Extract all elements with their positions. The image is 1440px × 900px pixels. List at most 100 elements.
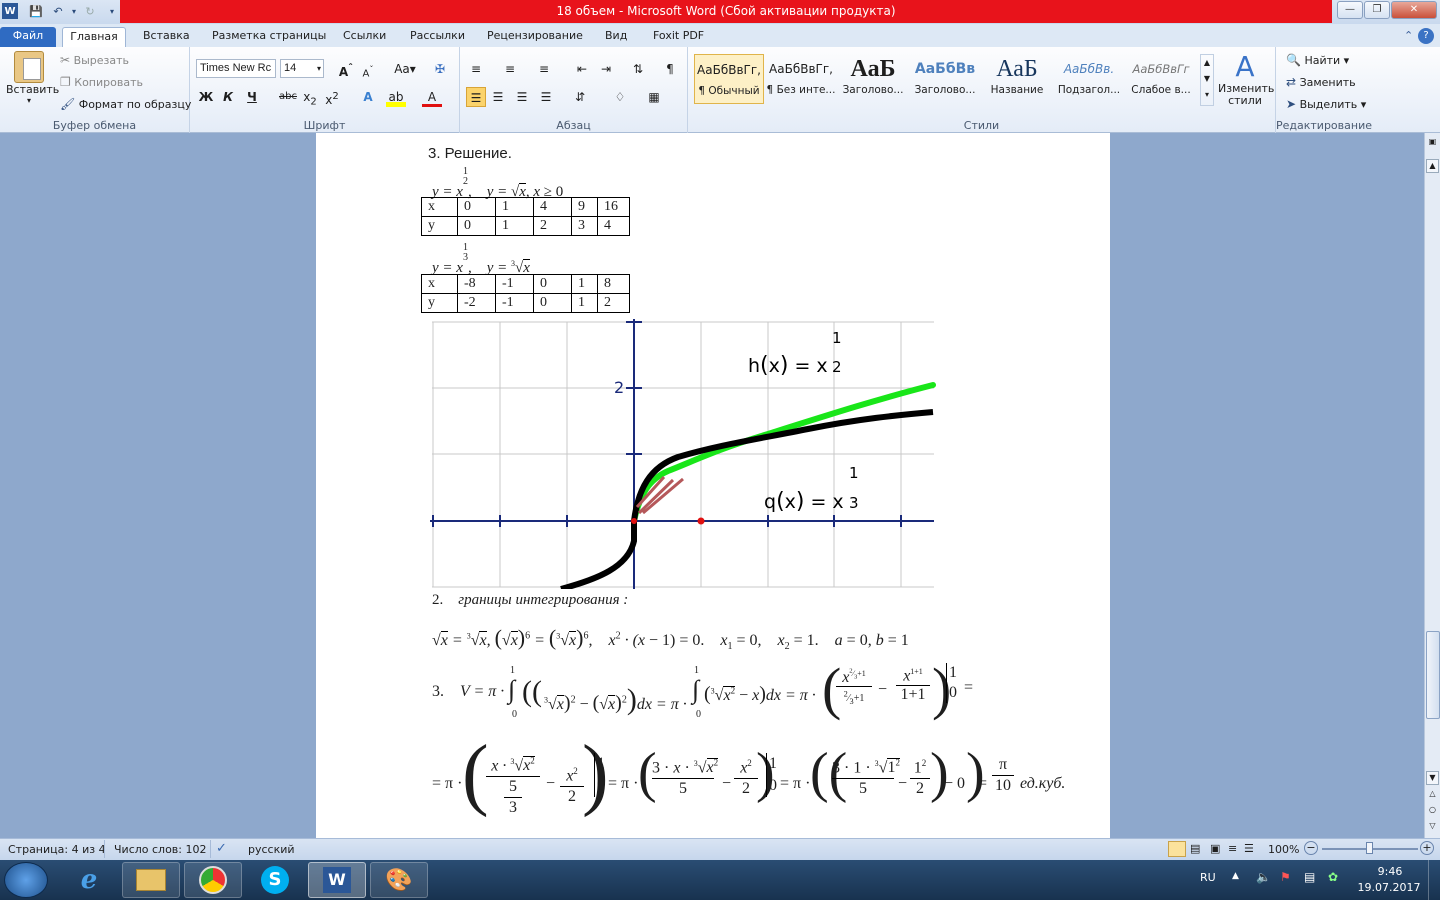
- style-subtle-emphasis[interactable]: АаБбВвГг Слабое в...: [1126, 54, 1196, 104]
- borders-icon[interactable]: ▦: [644, 87, 664, 107]
- multilevel-list-icon[interactable]: ≡: [534, 59, 554, 79]
- highlight-icon[interactable]: ab: [386, 87, 406, 107]
- bullets-icon[interactable]: ≡: [466, 59, 486, 79]
- tab-view[interactable]: Вид: [599, 27, 633, 47]
- undo-icon[interactable]: ↶: [50, 3, 66, 19]
- tray-app-icon[interactable]: ✿: [1328, 870, 1338, 884]
- taskbar-chrome[interactable]: [184, 862, 242, 898]
- bold-button[interactable]: Ж: [196, 87, 216, 107]
- style-heading-2[interactable]: АаБбВв Заголово...: [910, 54, 980, 104]
- superscript-icon[interactable]: x2: [322, 87, 342, 107]
- subscript-icon[interactable]: x2: [300, 87, 320, 107]
- shrink-font-icon[interactable]: Aˇ: [358, 59, 378, 79]
- customize-toolbar-icon[interactable]: ▾: [104, 3, 120, 19]
- vertical-scrollbar[interactable]: ▣ ▲ ▼ △ ○ ▽: [1424, 133, 1440, 838]
- start-button[interactable]: [4, 862, 48, 898]
- change-case-icon[interactable]: Aa▾: [392, 59, 418, 79]
- redo-icon[interactable]: ↻: [82, 3, 98, 19]
- align-left-icon[interactable]: ☰: [466, 87, 486, 107]
- styles-scroll[interactable]: ▲ ▼ ▾: [1200, 54, 1214, 106]
- zoom-out-icon[interactable]: −: [1304, 841, 1318, 855]
- zoom-level[interactable]: 100%: [1268, 843, 1299, 856]
- zoom-slider-thumb[interactable]: [1366, 842, 1373, 854]
- minimize-button[interactable]: —: [1337, 1, 1363, 19]
- increase-indent-icon[interactable]: ⇥: [596, 59, 616, 79]
- font-size-select[interactable]: 14 ▾: [280, 59, 324, 78]
- sort-icon[interactable]: ⇅: [628, 59, 648, 79]
- print-layout-icon[interactable]: [1168, 841, 1186, 857]
- font-color-icon[interactable]: A: [422, 87, 442, 107]
- next-page-icon[interactable]: ▽: [1426, 821, 1439, 835]
- italic-button[interactable]: К: [218, 87, 238, 107]
- prev-page-icon[interactable]: △: [1426, 789, 1439, 803]
- zoom-in-icon[interactable]: +: [1420, 841, 1434, 855]
- volume-icon[interactable]: 🔈: [1256, 870, 1271, 884]
- web-layout-icon[interactable]: ▣: [1210, 842, 1220, 855]
- font-name-select[interactable]: Times New Rc: [196, 59, 276, 78]
- tab-mailings[interactable]: Рассылки: [404, 27, 471, 47]
- word-logo-icon[interactable]: W: [2, 3, 18, 19]
- save-icon[interactable]: 💾: [28, 3, 44, 19]
- style-title[interactable]: АаБ Название: [982, 54, 1052, 104]
- align-center-icon[interactable]: ☰: [488, 87, 508, 107]
- flag-icon[interactable]: ⚑: [1280, 870, 1291, 884]
- scroll-up-icon[interactable]: ▲: [1426, 159, 1439, 173]
- page-count[interactable]: Страница: 4 из 4: [8, 843, 106, 856]
- change-styles-button[interactable]: A Изменить стили: [1218, 51, 1274, 107]
- taskbar-ie[interactable]: e: [60, 862, 118, 898]
- cut-button[interactable]: ✂ Вырезать: [60, 53, 129, 67]
- tray-expand-icon[interactable]: ▲: [1232, 871, 1239, 881]
- decrease-indent-icon[interactable]: ⇤: [572, 59, 592, 79]
- strikethrough-button[interactable]: abc: [278, 87, 298, 107]
- show-desktop-button[interactable]: [1428, 860, 1440, 900]
- show-marks-icon[interactable]: ¶: [660, 59, 680, 79]
- clear-formatting-icon[interactable]: ✠: [430, 59, 450, 79]
- document-page[interactable]: 3. Решение. y = x1 2, y = √x, x ≥ 0 x0149…: [316, 133, 1110, 838]
- tab-page-layout[interactable]: Разметка страницы: [206, 27, 332, 47]
- underline-button[interactable]: Ч: [242, 87, 262, 107]
- taskbar-paint[interactable]: 🎨: [370, 862, 428, 898]
- full-screen-icon[interactable]: ▤: [1190, 842, 1200, 855]
- close-button[interactable]: ✕: [1391, 1, 1437, 19]
- taskbar-explorer[interactable]: [122, 862, 180, 898]
- tab-file[interactable]: Файл: [0, 27, 56, 47]
- format-painter-button[interactable]: 🖌 Формат по образцу: [60, 97, 191, 111]
- collapse-ribbon-icon[interactable]: ⌃: [1398, 27, 1419, 47]
- tab-review[interactable]: Рецензирование: [481, 27, 589, 47]
- style-subtitle[interactable]: АаБбВв. Подзагол...: [1054, 54, 1124, 104]
- language-indicator[interactable]: русский: [248, 843, 295, 856]
- scrollbar-thumb[interactable]: [1426, 631, 1440, 719]
- undo-dropdown-icon[interactable]: ▾: [66, 3, 82, 19]
- replace-button[interactable]: ⇄ Заменить: [1286, 75, 1356, 89]
- keyboard-language[interactable]: RU: [1200, 871, 1216, 884]
- select-button[interactable]: ➤ Выделить ▾: [1286, 97, 1366, 111]
- shading-icon[interactable]: ♢: [610, 87, 630, 107]
- clock-date[interactable]: 19.07.2017: [1356, 881, 1422, 894]
- tab-foxit-pdf[interactable]: Foxit PDF: [647, 27, 710, 47]
- browse-object-icon[interactable]: ○: [1426, 805, 1439, 819]
- style-heading-1[interactable]: АаБ Заголово...: [838, 54, 908, 104]
- ruler-toggle-icon[interactable]: ▣: [1426, 137, 1439, 149]
- justify-icon[interactable]: ☰: [536, 87, 556, 107]
- scroll-down-icon[interactable]: ▼: [1426, 771, 1439, 785]
- draft-icon[interactable]: ☰: [1244, 842, 1254, 855]
- help-icon[interactable]: ?: [1418, 28, 1434, 44]
- word-count[interactable]: Число слов: 102: [114, 843, 207, 856]
- tab-insert[interactable]: Вставка: [137, 27, 196, 47]
- text-effects-icon[interactable]: A: [358, 87, 378, 107]
- taskbar-skype[interactable]: S: [246, 862, 304, 898]
- tab-references[interactable]: Ссылки: [337, 27, 392, 47]
- style-normal[interactable]: АаБбВвГг, ¶ Обычный: [694, 54, 764, 104]
- grow-font-icon[interactable]: Aˆ: [336, 59, 356, 79]
- find-button[interactable]: 🔍 Найти ▾: [1286, 53, 1349, 67]
- maximize-button[interactable]: ❐: [1364, 1, 1390, 19]
- proofing-icon[interactable]: ✓: [216, 841, 227, 856]
- line-spacing-icon[interactable]: ⇵: [570, 87, 590, 107]
- network-icon[interactable]: ▤: [1304, 870, 1315, 884]
- clock-time[interactable]: 9:46: [1362, 865, 1418, 878]
- copy-button[interactable]: ❐ Копировать: [60, 75, 143, 89]
- paste-button[interactable]: Вставить ▾: [6, 51, 59, 105]
- align-right-icon[interactable]: ☰: [512, 87, 532, 107]
- numbering-icon[interactable]: ≡: [500, 59, 520, 79]
- taskbar-word[interactable]: W: [308, 862, 366, 898]
